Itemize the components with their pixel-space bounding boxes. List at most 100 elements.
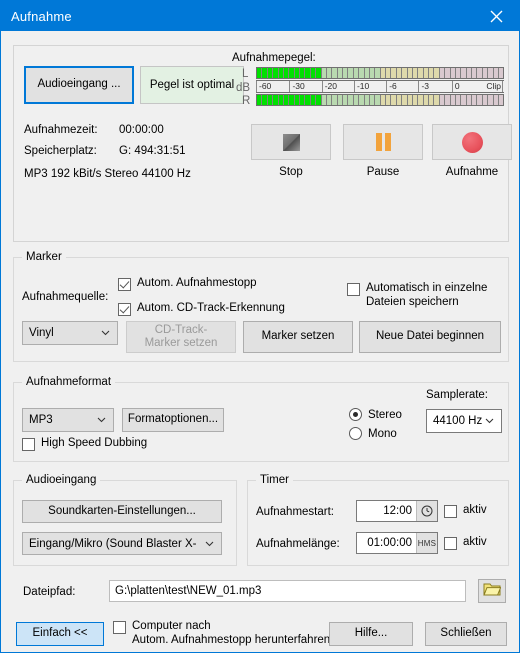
checkbox-timer-start-active-box[interactable]	[444, 505, 457, 518]
meter-segment	[283, 95, 289, 105]
browse-folder-button[interactable]	[478, 579, 506, 603]
format-options-button-label: Formatoptionen...	[127, 413, 219, 426]
checkbox-timer-length-active-box[interactable]	[444, 537, 457, 550]
format-select[interactable]: MP3	[22, 408, 114, 432]
meter-segment	[364, 95, 369, 105]
checkbox-timer-start-active[interactable]: aktiv	[444, 504, 487, 518]
record-button[interactable]	[432, 124, 512, 160]
checkbox-separate-files[interactable]: Automatisch in einzelne Dateien speicher…	[347, 282, 487, 309]
timer-start-field[interactable]: 12:00	[356, 500, 438, 522]
format-group-legend: Aufnahmeformat	[22, 376, 116, 388]
meter-segment	[353, 68, 359, 78]
meter-segment	[407, 68, 412, 78]
checkbox-high-speed-dubbing[interactable]: High Speed Dubbing	[22, 437, 147, 451]
meter-segment	[386, 68, 391, 78]
checkbox-auto-stop-box[interactable]	[118, 278, 131, 291]
meter-segment	[267, 95, 273, 105]
checkbox-cd-track-detection-box[interactable]	[118, 303, 131, 316]
source-label: Aufnahmequelle:	[22, 291, 109, 303]
simple-view-button[interactable]: Einfach <<	[16, 622, 104, 646]
radio-stereo[interactable]: Stereo	[349, 408, 402, 421]
format-group: Aufnahmeformat MP3 Formatoptionen... Hig…	[13, 376, 509, 462]
format-summary: MP3 192 kBit/s Stereo 44100 Hz	[24, 168, 191, 180]
meter-segment	[493, 95, 498, 105]
meter-left-label: L	[242, 68, 249, 80]
samplerate-label: Samplerate:	[426, 389, 489, 401]
set-marker-button[interactable]: Marker setzen	[243, 321, 353, 353]
scale-tick	[321, 81, 323, 92]
meter-segment	[300, 68, 305, 78]
meter-segment	[332, 68, 337, 78]
meter-segment	[472, 95, 477, 105]
timer-length-unit-button[interactable]: HMS	[416, 533, 437, 553]
checkbox-high-speed-dubbing-label: High Speed Dubbing	[41, 437, 148, 449]
checkbox-shutdown-after-recording-box[interactable]	[113, 621, 126, 634]
close-dialog-button[interactable]: Schließen	[425, 622, 507, 646]
timer-group-legend: Timer	[256, 474, 293, 486]
meter-segment	[353, 95, 359, 105]
checkbox-high-speed-dubbing-box[interactable]	[22, 438, 35, 451]
radio-mono[interactable]: Mono	[349, 427, 397, 440]
timer-length-field[interactable]: 01:00:00 HMS	[356, 532, 438, 554]
meter-segment	[310, 68, 316, 78]
meter-segment	[257, 68, 262, 78]
scale-tick	[451, 81, 453, 92]
meter-segment	[348, 68, 353, 78]
file-path-input[interactable]: G:\platten\test\NEW_01.mp3	[109, 580, 466, 602]
checkbox-separate-files-box[interactable]	[347, 283, 360, 296]
record-circle-icon	[461, 131, 483, 153]
close-icon[interactable]	[474, 1, 519, 31]
recording-dialog-window: Aufnahme Audioeingang ... Pegel ist opti…	[0, 0, 520, 653]
meter-segment	[289, 95, 294, 105]
meter-segment	[369, 68, 375, 78]
checkbox-shutdown-after-recording[interactable]: Computer nach Autom. Aufnahmestopp herun…	[113, 620, 330, 647]
pause-button[interactable]	[343, 124, 423, 160]
audio-device-select[interactable]: Eingang/Mikro (Sound Blaster X-	[22, 532, 222, 555]
meter-segment	[455, 95, 461, 105]
checkbox-cd-track-detection[interactable]: Autom. CD-Track-Erkennung	[118, 302, 285, 316]
level-meter-scale: -60 -30 -20 -10 -6 -3 0 Clip	[256, 80, 504, 93]
recording-time-label: Aufnahmezeit:	[24, 124, 98, 136]
meter-segment	[482, 95, 488, 105]
marker-group-legend: Marker	[22, 251, 66, 263]
samplerate-select[interactable]: 44100 Hz	[426, 409, 502, 433]
recording-source-select[interactable]: Vinyl	[22, 321, 118, 345]
level-meter-caption: Aufnahmepegel:	[232, 52, 316, 64]
meter-segment	[423, 68, 428, 78]
scale-tick-label: -10	[356, 81, 370, 91]
meter-segment	[466, 95, 471, 105]
chevron-down-icon	[205, 539, 214, 548]
recording-source-value: Vinyl	[29, 327, 54, 339]
level-meter-left	[256, 67, 504, 79]
meter-segment	[488, 95, 493, 105]
checkbox-auto-stop[interactable]: Autom. Aufnahmestopp	[118, 277, 257, 291]
meter-segment	[407, 95, 412, 105]
checkbox-timer-length-active[interactable]: aktiv	[444, 536, 487, 550]
meter-segment	[337, 68, 342, 78]
meter-segment	[305, 95, 310, 105]
meter-segment	[273, 95, 278, 105]
meter-segment	[493, 68, 498, 78]
format-options-button[interactable]: Formatoptionen...	[122, 408, 224, 432]
scale-tick-label: -6	[389, 81, 397, 91]
checkbox-timer-length-active-label: aktiv	[463, 536, 487, 548]
meter-segment	[380, 68, 385, 78]
audio-input-button[interactable]: Audioeingang ...	[24, 66, 134, 104]
scale-tick	[418, 81, 420, 92]
stop-button[interactable]	[251, 124, 331, 160]
clock-icon[interactable]	[416, 501, 437, 521]
meter-segment	[300, 95, 305, 105]
meter-segment	[359, 68, 364, 78]
help-button[interactable]: Hilfe...	[329, 622, 413, 646]
scale-tick-label: -3	[421, 81, 429, 91]
meter-segment	[262, 68, 267, 78]
meter-segment	[418, 95, 423, 105]
radio-stereo-dot[interactable]	[349, 408, 362, 421]
soundcard-settings-button[interactable]: Soundkarten-Einstellungen...	[22, 500, 222, 523]
new-file-button[interactable]: Neue Datei beginnen	[359, 321, 501, 353]
scale-tick	[501, 81, 503, 92]
meter-segment	[289, 68, 294, 78]
cd-track-marker-button-label-line2: Marker setzen	[144, 337, 218, 349]
meter-segment	[316, 95, 321, 105]
radio-mono-dot[interactable]	[349, 427, 362, 440]
